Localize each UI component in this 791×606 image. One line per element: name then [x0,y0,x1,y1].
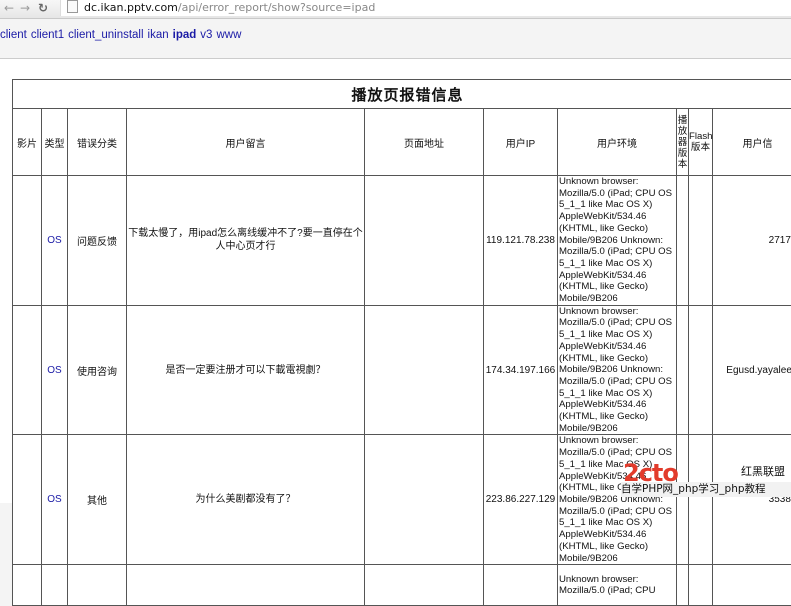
cell-user: 271733 [713,176,791,306]
cell-ip [484,565,558,606]
table-title: 播放页报错信息 [13,80,791,109]
cell-player [677,305,689,435]
cell-player [677,565,689,606]
cell-page [365,565,484,606]
cell-ip: 119.121.78.238 [484,176,558,306]
header-type: 类型 [42,109,68,176]
cell-page [365,435,484,565]
cell-message: 下载太慢了，用ipad怎么离线缓冲不了?要一直停在个人中心页才行 [127,176,365,306]
cell-flash [689,305,713,435]
cell-user: Egusd.yayalee@ [713,305,791,435]
header-user: 用户信 [713,109,791,176]
report-panel: 播放页报错信息 影片类型错误分类用户留言页面地址用户IP用户环境播放器版本Fla… [0,58,791,503]
cell-ip: 174.34.197.166 [484,305,558,435]
cell-player [677,176,689,306]
address-bar[interactable]: dc.ikan.pptv.com/api/error_report/show?s… [60,0,791,16]
cell-env: Unknown browser: Mozilla/5.0 (iPad; CPU … [558,176,677,306]
cell-film [13,305,42,435]
cell-ip: 223.86.227.129 [484,435,558,565]
cell-user [713,565,791,606]
header-env: 用户环境 [558,109,677,176]
back-arrow-icon[interactable]: ← [4,1,14,15]
cell-type[interactable] [42,565,68,606]
header-page: 页面地址 [365,109,484,176]
cell-type[interactable]: OS [42,176,68,306]
cell-type[interactable]: OS [42,305,68,435]
source-link-client[interactable]: client [0,29,27,41]
cell-message [127,565,365,606]
table-row: OS使用咨询是否一定要注册才可以下載電視劇？ 174.34.197.166Unkn… [13,305,791,435]
page-icon [67,0,78,13]
source-link-client-uninstall[interactable]: client_uninstall [68,29,143,41]
cell-category [68,565,127,606]
header-player: 播放器版本 [677,109,689,176]
site-watermark: 2cto 红黑联盟 自学PHP网_php学习_php教程 [617,457,791,502]
cell-message: 为什么美剧都没有了？ [127,435,365,565]
source-link-ikan[interactable]: ikan [148,29,169,41]
header-ip: 用户IP [484,109,558,176]
watermark-bottom-text: 自学PHP网_php学习_php教程 [621,482,791,497]
url-host: dc.ikan.pptv.com [84,1,178,14]
forward-arrow-icon[interactable]: → [20,1,30,15]
cell-film [13,176,42,306]
cell-flash [689,176,713,306]
source-link-www[interactable]: www [216,29,241,41]
cell-category: 使用咨询 [68,305,127,435]
cell-env: Unknown browser: Mozilla/5.0 (iPad; CPU … [558,305,677,435]
table-row: Unknown browser: Mozilla/5.0 (iPad; CPU [13,565,791,606]
header-film: 影片 [13,109,42,176]
error-report-table: 播放页报错信息 影片类型错误分类用户留言页面地址用户IP用户环境播放器版本Fla… [12,79,791,606]
cell-message: 是否一定要注册才可以下載電視劇？ [127,305,365,435]
source-links: client client1 client_uninstall ikan ipadv3 w… [0,29,245,41]
url-path: /api/error_report/show?source=ipad [178,1,375,14]
source-link-ipad[interactable]: ipad [173,29,197,41]
header-category: 错误分类 [68,109,127,176]
watermark-side-text: 红黑联盟 [741,463,785,479]
header-message: 用户留言 [127,109,365,176]
cell-film [13,435,42,565]
browser-toolbar: ← → ↻ dc.ikan.pptv.com/api/error_report/… [0,0,791,19]
cell-type[interactable]: OS [42,435,68,565]
cell-page [365,176,484,306]
source-link-v3[interactable]: v3 [200,29,212,41]
cell-film [13,565,42,606]
table-row: OS问题反馈下载太慢了，用ipad怎么离线缓冲不了?要一直停在个人中心页才行 11… [13,176,791,306]
source-link-client1[interactable]: client1 [31,29,64,41]
cell-category: 问题反馈 [68,176,127,306]
cell-category: 其他 [68,435,127,565]
reload-icon[interactable]: ↻ [38,1,48,15]
cell-flash [689,565,713,606]
cell-page [365,305,484,435]
header-flash: Flash版本 [689,109,713,176]
cell-env: Unknown browser: Mozilla/5.0 (iPad; CPU [558,565,677,606]
